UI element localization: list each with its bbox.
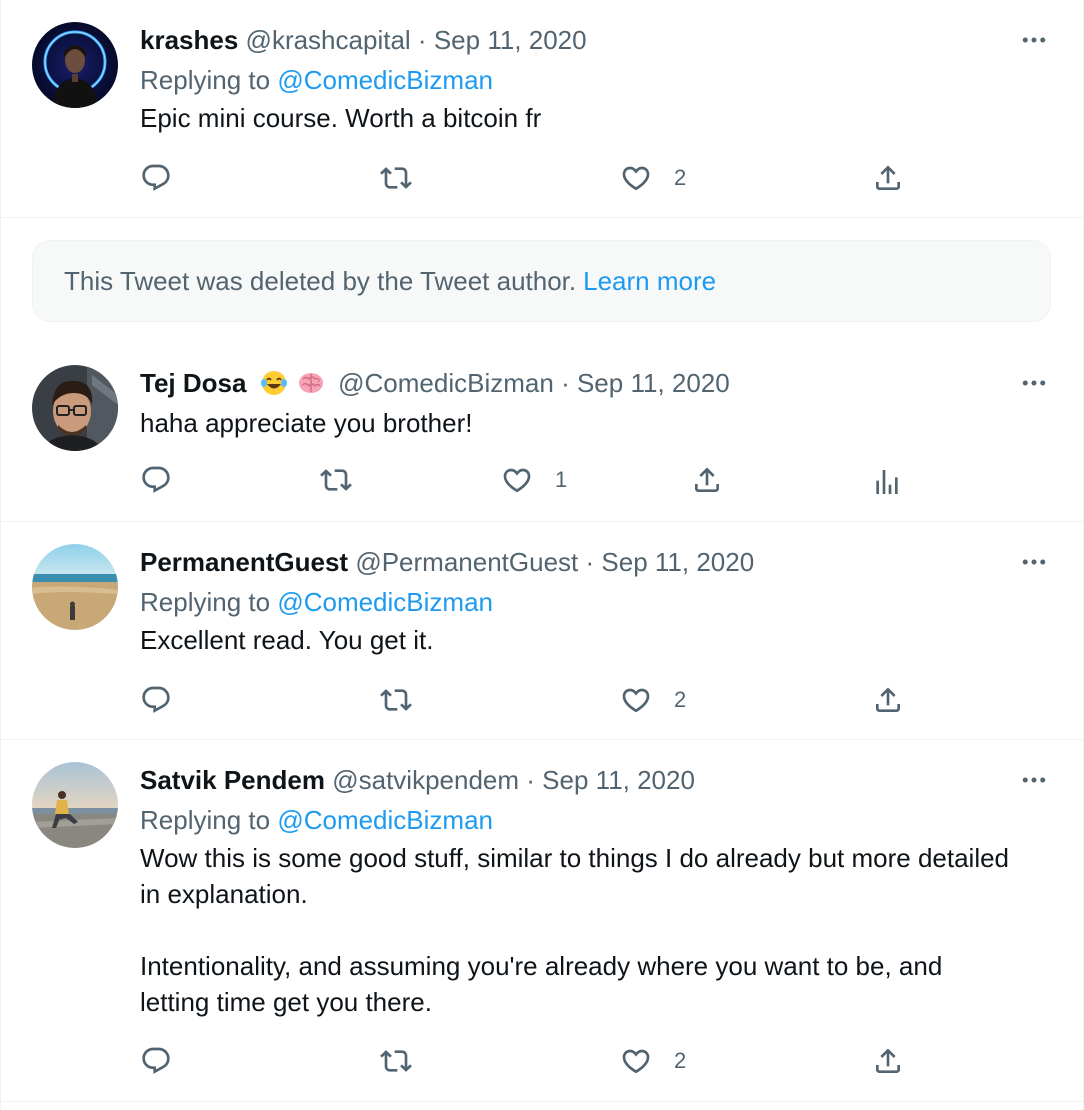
avatar[interactable] [32, 365, 118, 451]
replying-mention-link[interactable]: @ComedicBizman [277, 587, 493, 617]
retweet-button[interactable] [320, 464, 352, 496]
user-handle[interactable]: @krashcapital [246, 25, 411, 55]
tweet-krashes[interactable]: krashes @krashcapital · Sep 11, 2020 Rep… [1, 0, 1083, 218]
user-handle[interactable]: @ComedicBizman [338, 368, 554, 398]
reply-icon [140, 464, 172, 496]
tweet-text: haha appreciate you brother! [140, 408, 473, 438]
like-button[interactable]: 2 [620, 1045, 686, 1077]
retweet-button[interactable] [380, 1045, 412, 1077]
retweet-button[interactable] [380, 162, 412, 194]
avatar-image [32, 22, 118, 108]
analytics-icon [871, 466, 903, 498]
more-options-button[interactable] [1019, 25, 1049, 55]
tweet-date[interactable]: Sep 11, 2020 [601, 547, 754, 577]
user-handle[interactable]: @satvikpendem [332, 765, 519, 795]
tweet-date[interactable]: Sep 11, 2020 [542, 765, 695, 795]
share-icon [872, 684, 904, 716]
share-button[interactable] [872, 162, 904, 194]
retweet-icon [380, 162, 412, 194]
tweet-date[interactable]: Sep 11, 2020 [577, 368, 730, 398]
retweet-icon [320, 464, 352, 496]
like-button[interactable]: 1 [501, 464, 567, 496]
user-handle[interactable]: @PermanentGuest [355, 547, 578, 577]
deleted-tweet-notice: This Tweet was deleted by the Tweet auth… [32, 240, 1051, 322]
reply-icon [140, 1045, 172, 1077]
replying-mention-link[interactable]: @ComedicBizman [277, 65, 493, 95]
reply-button[interactable] [140, 162, 172, 194]
more-icon [1019, 765, 1049, 795]
tweet-header: Tej Dosa @ComedicBizman · Sep 11, 2020 [140, 367, 730, 399]
heart-icon [620, 684, 652, 716]
separator-dot: · [585, 547, 595, 577]
display-name[interactable]: PermanentGuest [140, 547, 348, 577]
like-button[interactable]: 2 [620, 162, 686, 194]
avatar[interactable] [32, 544, 118, 630]
heart-icon [620, 162, 652, 194]
tweet-header: krashes @krashcapital · Sep 11, 2020 [140, 24, 587, 56]
more-options-button[interactable] [1019, 368, 1049, 398]
more-icon [1019, 368, 1049, 398]
conversation-timeline: krashes @krashcapital · Sep 11, 2020 Rep… [0, 0, 1084, 1110]
avatar[interactable] [32, 762, 118, 848]
tweet-tej-dosa[interactable]: Tej Dosa @ComedicBizman · Sep 11, 2020 h… [1, 342, 1083, 522]
share-icon [691, 464, 723, 496]
tweet-permanentguest[interactable]: PermanentGuest @PermanentGuest · Sep 11,… [1, 522, 1083, 740]
reply-icon [140, 684, 172, 716]
reply-icon [140, 162, 172, 194]
separator-dot: · [417, 25, 427, 55]
replying-to: Replying to @ComedicBizman [140, 64, 493, 96]
separator-dot: · [561, 368, 570, 398]
retweet-button[interactable] [380, 684, 412, 716]
deleted-notice-text: This Tweet was deleted by the Tweet auth… [64, 265, 577, 296]
tweet-text: Epic mini course. Worth a bitcoin fr [140, 103, 542, 133]
separator-dot: · [526, 765, 535, 795]
retweet-icon [380, 684, 412, 716]
tweet-text: Excellent read. You get it. [140, 625, 434, 655]
like-count: 2 [674, 165, 687, 190]
more-options-button[interactable] [1019, 547, 1049, 577]
like-button[interactable]: 2 [620, 684, 686, 716]
display-name[interactable]: krashes [140, 25, 238, 55]
heart-icon [620, 1045, 652, 1077]
avatar-image [32, 544, 118, 630]
more-icon [1019, 547, 1049, 577]
like-count: 1 [555, 467, 568, 492]
more-icon [1019, 25, 1049, 55]
tweet-header: Satvik Pendem @satvikpendem · Sep 11, 20… [140, 764, 695, 796]
reply-button[interactable] [140, 464, 172, 496]
reply-button[interactable] [140, 1045, 172, 1077]
more-options-button[interactable] [1019, 765, 1049, 795]
replying-mention-link[interactable]: @ComedicBizman [277, 805, 493, 835]
avatar-image [32, 762, 118, 848]
replying-label: Replying to [140, 587, 271, 617]
avatar-image [32, 365, 118, 451]
replying-label: Replying to [140, 805, 271, 835]
brain-emoji [298, 373, 323, 393]
view-analytics-button[interactable] [871, 466, 903, 498]
like-count: 2 [674, 1048, 687, 1073]
share-icon [872, 1045, 904, 1077]
share-button[interactable] [691, 464, 723, 496]
display-name[interactable]: Tej Dosa [140, 368, 246, 398]
share-button[interactable] [872, 1045, 904, 1077]
share-button[interactable] [872, 684, 904, 716]
replying-to: Replying to @ComedicBizman [140, 804, 493, 836]
replying-to: Replying to @ComedicBizman [140, 586, 493, 618]
tweet-satvik-pendem[interactable]: Satvik Pendem @satvikpendem · Sep 11, 20… [1, 740, 1083, 1102]
like-count: 2 [674, 687, 687, 712]
tweet-date[interactable]: Sep 11, 2020 [434, 25, 587, 55]
share-icon [872, 162, 904, 194]
display-name[interactable]: Satvik Pendem [140, 765, 325, 795]
tweet-header: PermanentGuest @PermanentGuest · Sep 11,… [140, 546, 754, 578]
reply-button[interactable] [140, 684, 172, 716]
tweet-text: Wow this is some good stuff, similar to … [140, 843, 1010, 1017]
avatar[interactable] [32, 22, 118, 108]
face-with-tears-of-joy-emoji [260, 371, 287, 395]
retweet-icon [380, 1045, 412, 1077]
learn-more-link[interactable]: Learn more [583, 266, 716, 297]
heart-icon [501, 464, 533, 496]
replying-label: Replying to [140, 65, 271, 95]
